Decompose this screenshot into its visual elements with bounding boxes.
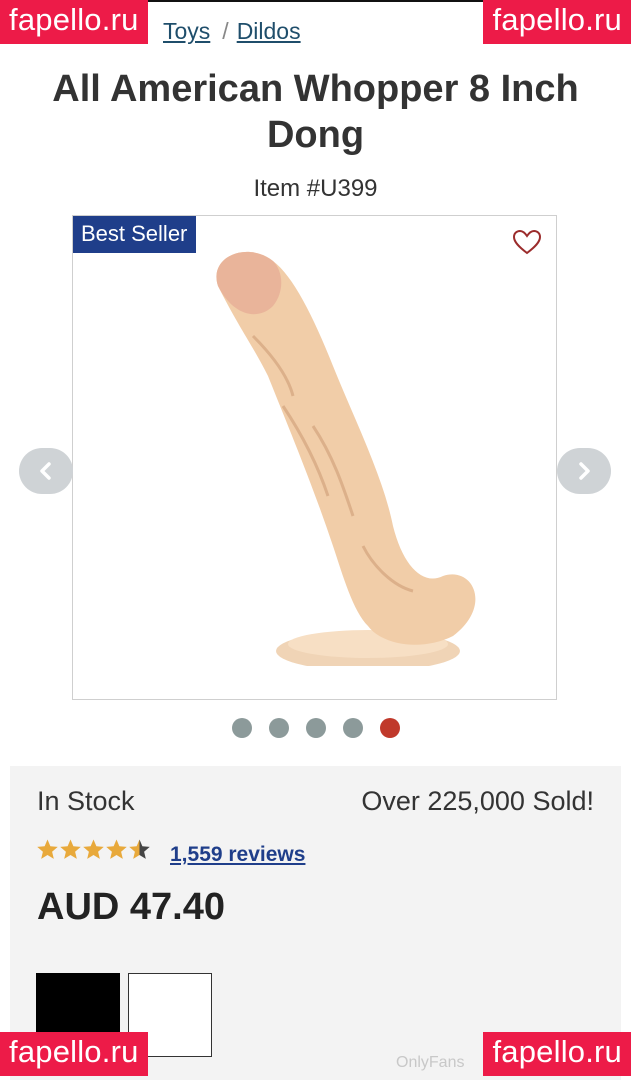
star-full-icon (60, 839, 81, 859)
chevron-left-icon (40, 462, 51, 480)
item-number: Item #U399 (253, 175, 378, 202)
watermark-top-left: fapello.ru (0, 0, 148, 44)
breadcrumb: Toys / Dildos (163, 18, 301, 45)
image-dot-4[interactable] (342, 718, 363, 738)
star-rating (36, 838, 151, 861)
heart-icon[interactable] (510, 226, 544, 260)
star-half-icon (129, 839, 150, 859)
image-dot-5[interactable] (379, 718, 400, 738)
product-title-line-2: Dong (266, 114, 365, 156)
breadcrumb-toys-link[interactable]: Toys (163, 18, 210, 44)
image-dot-1[interactable] (231, 718, 252, 738)
product-title-line-1: All American Whopper 8 Inch (52, 68, 579, 110)
image-dot-3[interactable] (305, 718, 326, 738)
watermark-bottom-right: fapello.ru (483, 1032, 631, 1076)
sold-count: Over 225,000 Sold! (361, 786, 594, 816)
next-image-button[interactable] (557, 448, 611, 494)
best-seller-badge: Best Seller (73, 216, 197, 253)
star-full-icon (37, 839, 58, 859)
watermark-bottom-left: fapello.ru (0, 1032, 148, 1076)
product-title: All American Whopper 8 Inch Dong (20, 66, 611, 158)
product-image (216, 251, 476, 666)
price: AUD 47.40 (37, 886, 225, 928)
image-pagination-dots (0, 718, 631, 738)
star-full-icon (83, 839, 104, 859)
image-dot-2[interactable] (268, 718, 289, 738)
onlyfans-watermark: OnlyFans (396, 1054, 465, 1071)
star-full-icon (106, 839, 127, 859)
watermark-top-right: fapello.ru (483, 0, 631, 44)
breadcrumb-separator: / (222, 18, 229, 44)
breadcrumb-dildos-link[interactable]: Dildos (237, 18, 301, 44)
chevron-right-icon (579, 462, 590, 480)
reviews-link[interactable]: 1,559 reviews (170, 843, 305, 867)
product-image-frame[interactable]: Best Seller (72, 215, 557, 700)
stock-status: In Stock (37, 786, 135, 816)
prev-image-button[interactable] (19, 448, 73, 494)
